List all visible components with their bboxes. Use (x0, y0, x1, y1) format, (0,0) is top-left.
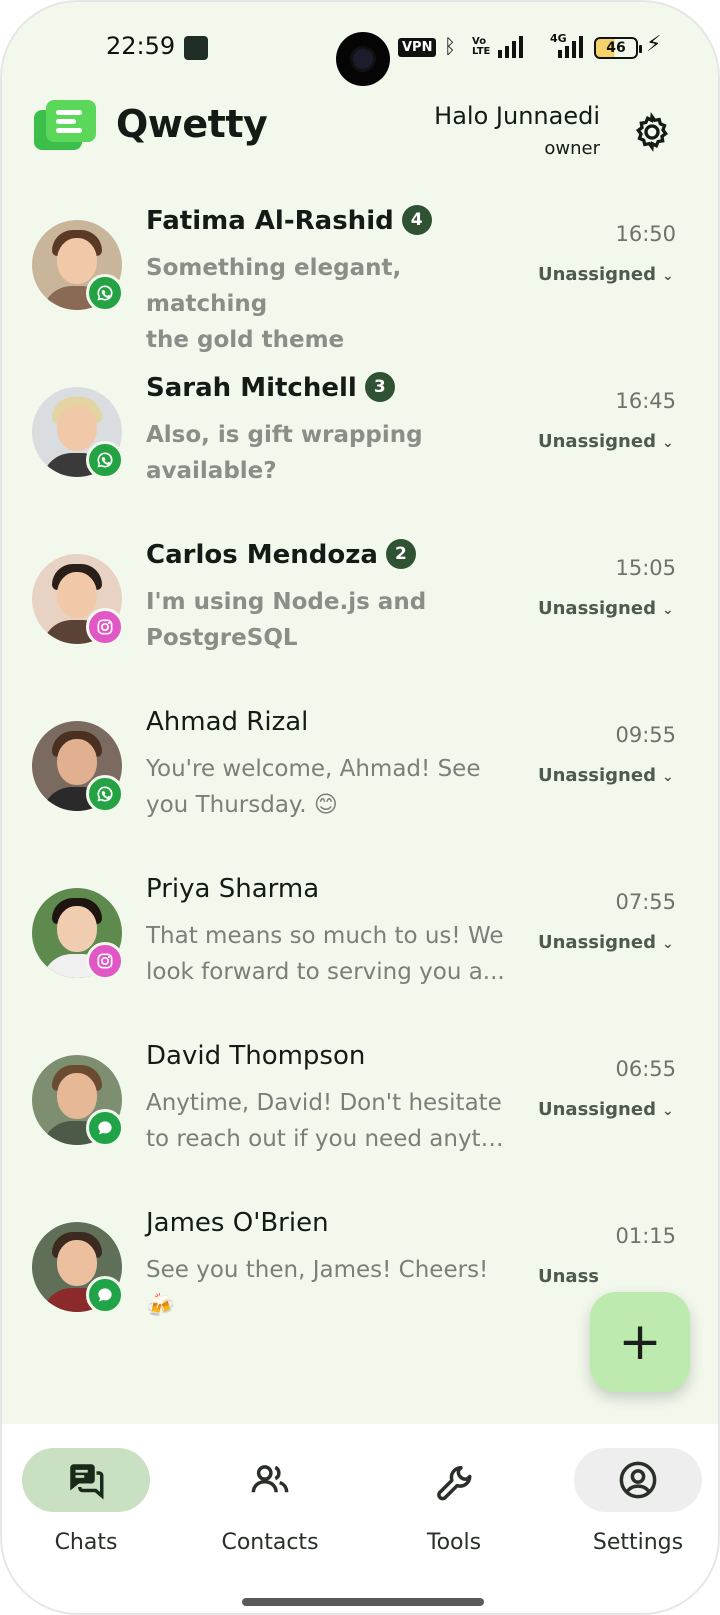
message-time: 06:55 (615, 1057, 676, 1081)
message-preview: I'm using Node.js and PostgreSQL (146, 589, 427, 651)
user-name: Halo Junnaedi (434, 102, 600, 130)
nav-label: Contacts (221, 1530, 319, 1555)
whatsapp-icon (86, 441, 124, 479)
chat-item[interactable]: Fatima Al-Rashid 4 Something elegant, mat… (2, 202, 718, 374)
user-role: owner (544, 138, 600, 159)
contact-name: Ahmad Rizal (146, 707, 309, 737)
qwetty-logo-icon (34, 100, 96, 150)
home-indicator[interactable] (242, 1598, 484, 1606)
contact-name: James O'Brien (146, 1208, 329, 1238)
message-preview: You're welcome, Ahmad! See you Thursday. … (146, 756, 481, 818)
nav-label: Settings (592, 1530, 684, 1555)
message-preview: See you then, James! Cheers! 🍻 (146, 1257, 489, 1319)
assignee-dropdown[interactable]: Unassigned ⌄ (538, 431, 674, 452)
signal-icon (498, 36, 523, 58)
contact-name: David Thompson (146, 1041, 366, 1071)
account-circle-icon (619, 1461, 657, 1499)
app-title: Qwetty (116, 102, 268, 146)
instagram-icon (86, 942, 124, 980)
nav-label: Tools (426, 1530, 482, 1555)
status-time: 22:59 (106, 32, 176, 60)
unread-badge: 4 (401, 204, 432, 235)
nav-tools[interactable]: Tools (390, 1448, 518, 1558)
instagram-icon (86, 608, 124, 646)
app-screen: 22:59 VPN ᛒ Vo LTE 4G 46 ⚡ Qwetty Halo Ju… (0, 0, 720, 1615)
contact-name: Priya Sharma (146, 874, 320, 904)
assignee-dropdown[interactable]: Unassigned ⌄ (538, 264, 674, 285)
front-camera (336, 32, 390, 86)
assignee-dropdown[interactable]: Unassigned ⌄ (538, 598, 674, 619)
chevron-down-icon: ⌄ (661, 602, 674, 618)
plus-icon: + (618, 1312, 662, 1372)
chat-item[interactable]: David Thompson Anytime, David! Don't hes… (2, 1037, 718, 1209)
nav-pill (206, 1448, 334, 1512)
message-preview: Also, is gift wrapping available? (146, 422, 423, 484)
assignee-dropdown[interactable]: Unass (538, 1266, 599, 1287)
message-time: 16:50 (615, 222, 676, 246)
chats-icon (70, 1464, 104, 1500)
unread-badge: 3 (364, 371, 395, 402)
whatsapp-icon (86, 775, 124, 813)
nav-contacts[interactable]: Contacts (206, 1448, 334, 1558)
contact-name: Sarah Mitchell 3 (146, 371, 395, 403)
chevron-down-icon: ⌄ (661, 936, 674, 952)
chevron-down-icon: ⌄ (661, 1103, 674, 1119)
chat-item[interactable]: Ahmad Rizal You're welcome, Ahmad! See yo… (2, 703, 718, 875)
notification-app-icon (184, 36, 208, 60)
signal-icon-2 (558, 36, 583, 58)
nav-pill-active (22, 1448, 150, 1512)
message-time: 09:55 (615, 723, 676, 747)
message-time: 01:15 (615, 1224, 676, 1248)
message-time: 07:55 (615, 890, 676, 914)
message-preview: Anytime, David! Don't hesitate to reach o… (146, 1090, 506, 1152)
chevron-down-icon: ⌄ (661, 769, 674, 785)
vpn-indicator: VPN (398, 38, 437, 57)
nav-chats[interactable]: Chats (22, 1448, 150, 1558)
bluetooth-icon: ᛒ (444, 34, 456, 58)
gear-icon[interactable] (632, 112, 672, 152)
whatsapp-icon (86, 274, 124, 312)
nav-settings[interactable]: Settings (574, 1448, 702, 1558)
chat-item[interactable]: Carlos Mendoza 2 I'm using Node.js and Pos… (2, 536, 718, 708)
nav-pill (574, 1448, 702, 1512)
volte-icon: Vo LTE (472, 36, 491, 57)
battery-icon: 46 (594, 37, 642, 59)
unread-badge: 2 (385, 538, 416, 569)
nav-label: Chats (54, 1530, 118, 1555)
contact-name: Carlos Mendoza 2 (146, 538, 416, 570)
assignee-dropdown[interactable]: Unassigned ⌄ (538, 932, 674, 953)
chat-item[interactable]: Priya Sharma That means so much to us! W… (2, 870, 718, 1042)
wrench-icon (437, 1466, 472, 1501)
contacts-icon (251, 1465, 289, 1493)
app-header: Qwetty Halo Junnaedi owner (2, 94, 718, 194)
assignee-dropdown[interactable]: Unassigned ⌄ (538, 765, 674, 786)
nav-pill (390, 1448, 518, 1512)
chat-item[interactable]: Sarah Mitchell 3 Also, is gift wrapping av… (2, 369, 718, 541)
chevron-down-icon: ⌄ (661, 268, 674, 284)
message-time: 15:05 (615, 556, 676, 580)
chat-bubble-icon (86, 1109, 124, 1147)
new-chat-button[interactable]: + (590, 1292, 690, 1392)
message-time: 16:45 (615, 389, 676, 413)
chevron-down-icon: ⌄ (661, 435, 674, 451)
message-preview: That means so much to us! We look forward… (146, 923, 505, 985)
message-preview: Something elegant, matching the gold them… (146, 255, 402, 353)
chat-bubble-icon (86, 1276, 124, 1314)
charging-icon: ⚡ (646, 32, 662, 57)
assignee-dropdown[interactable]: Unassigned ⌄ (538, 1099, 674, 1120)
contact-name: Fatima Al-Rashid 4 (146, 204, 432, 236)
status-bar: 22:59 VPN ᛒ Vo LTE 4G 46 ⚡ (2, 2, 718, 94)
bottom-nav: Chats Contacts Tools Settings (2, 1424, 718, 1613)
